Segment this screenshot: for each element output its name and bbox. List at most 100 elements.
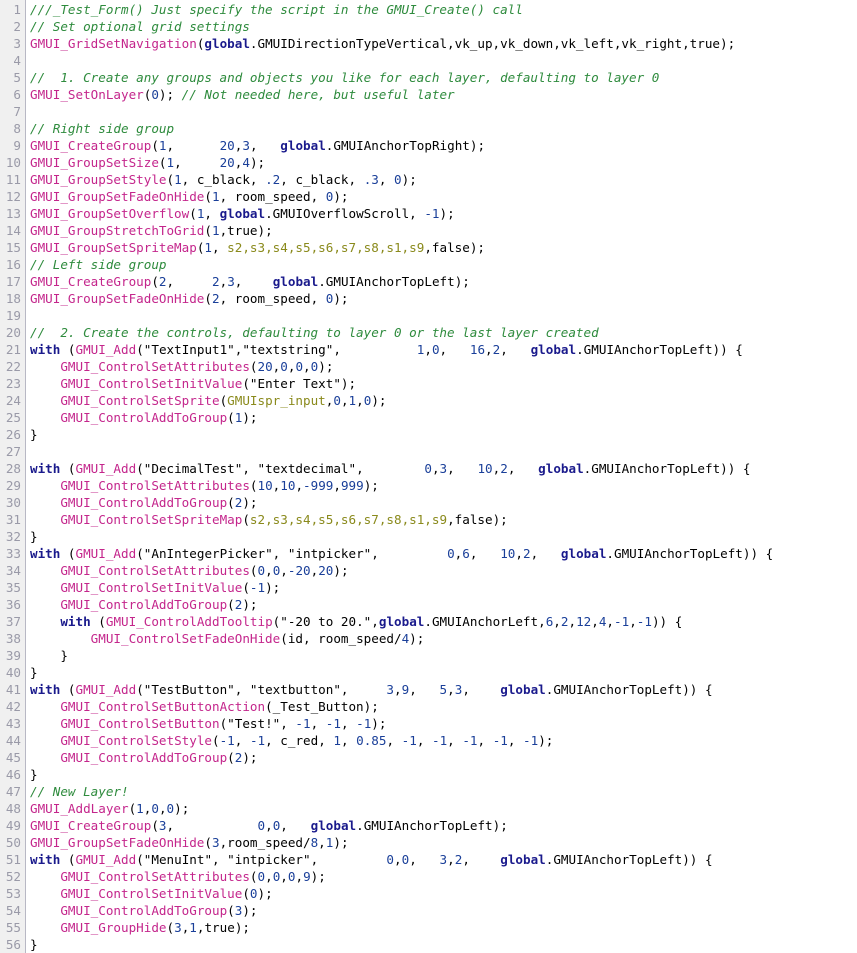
token-txt: room_speed/	[227, 835, 311, 850]
token-punc: ,	[295, 869, 304, 884]
code-line[interactable]: GMUI_SetOnLayer(0); // Not needed here, …	[30, 86, 857, 103]
code-line[interactable]: GMUI_ControlSetAttributes(0,0,-20,20);	[30, 562, 857, 579]
code-line[interactable]: GMUI_ControlAddToGroup(2);	[30, 749, 857, 766]
code-line[interactable]: GMUI_AddLayer(1,0,0);	[30, 800, 857, 817]
code-editor[interactable]: 1 2 3 4 5 6 7 8 9 10 11 12 13 14 15 16 17 18 19 20 21 22 23 24 2…	[0, 0, 857, 953]
token-fn: GMUI_ControlSetAttributes	[60, 359, 250, 374]
token-kw: with	[30, 461, 61, 476]
token-punc	[30, 903, 60, 918]
token-num: 0	[394, 172, 402, 187]
code-line[interactable]: GMUI_ControlSetFadeOnHide(id, room_speed…	[30, 630, 857, 647]
code-line[interactable]: with (GMUI_Add("TestButton", "textbutton…	[30, 681, 857, 698]
line-number: 41	[5, 682, 21, 697]
code-line[interactable]: GMUI_GroupSetFadeOnHide(3,room_speed/8,1…	[30, 834, 857, 851]
token-punc: ,	[318, 733, 334, 748]
code-line[interactable]: GMUI_ControlSetInitValue(-1);	[30, 579, 857, 596]
token-punc: ,	[340, 733, 357, 748]
code-line[interactable]: // 1. Create any groups and objects you …	[30, 69, 857, 86]
code-line[interactable]: GMUI_ControlAddToGroup(1);	[30, 409, 857, 426]
token-num: 2	[212, 274, 220, 289]
line-number: 45	[5, 750, 21, 765]
code-line[interactable]: GMUI_ControlAddToGroup(2);	[30, 494, 857, 511]
token-punc	[30, 597, 60, 612]
code-line[interactable]: GMUI_GroupSetFadeOnHide(1, room_speed, 0…	[30, 188, 857, 205]
token-punc: ,	[500, 342, 531, 357]
code-line[interactable]: GMUI_ControlAddToGroup(3);	[30, 902, 857, 919]
line-number: 26	[5, 427, 21, 442]
code-line[interactable]: // Left side group	[30, 256, 857, 273]
code-line[interactable]: with (GMUI_Add("TextInput1","textstring"…	[30, 341, 857, 358]
token-fn: GMUI_GroupSetOverflow	[30, 206, 190, 221]
token-str: "TextInput1","textstring"	[143, 342, 334, 357]
line-number: 6	[13, 87, 21, 102]
code-line[interactable]: GMUI_ControlSetInitValue(0);	[30, 885, 857, 902]
token-fn: GMUI_Add	[75, 342, 137, 357]
line-number: 16	[5, 257, 21, 272]
token-punc: ,	[181, 172, 197, 187]
token-num: 12	[576, 614, 592, 629]
code-line[interactable]: GMUI_CreateGroup(2, 2,3, global.GMUIAnch…	[30, 273, 857, 290]
code-line[interactable]: GMUI_ControlSetSprite(GMUIspr_input,0,1,…	[30, 392, 857, 409]
token-punc: ,	[591, 614, 599, 629]
code-line[interactable]: }	[30, 528, 857, 545]
code-line[interactable]: GMUI_CreateGroup(3, 0,0, global.GMUIAnch…	[30, 817, 857, 834]
code-line[interactable]: }	[30, 936, 857, 953]
code-line[interactable]: GMUI_ControlSetInitValue("Enter Text");	[30, 375, 857, 392]
code-line[interactable]: ///_Test_Form() Just specify the script …	[30, 1, 857, 18]
code-line[interactable]: // Right side group	[30, 120, 857, 137]
code-line[interactable]: GMUI_GroupStretchToGrid(1,true);	[30, 222, 857, 239]
token-num: 9	[303, 869, 311, 884]
code-line[interactable]: // Set optional grid settings	[30, 18, 857, 35]
code-line[interactable]: GMUI_GroupSetFadeOnHide(2, room_speed, 0…	[30, 290, 857, 307]
code-line[interactable]: with (GMUI_Add("AnIntegerPicker", "intpi…	[30, 545, 857, 562]
code-line[interactable]: with (GMUI_Add("MenuInt", "intpicker", 0…	[30, 851, 857, 868]
code-line[interactable]: }	[30, 647, 857, 664]
token-fn: GMUI_Add	[75, 682, 137, 697]
code-line[interactable]: GMUI_ControlSetAttributes(10,10,-999,999…	[30, 477, 857, 494]
code-line[interactable]	[30, 103, 857, 120]
code-line[interactable]: GMUI_ControlSetSpriteMap(s2,s3,s4,s5,s6,…	[30, 511, 857, 528]
code-line[interactable]	[30, 52, 857, 69]
code-line[interactable]: GMUI_GridSetNavigation(global.GMUIDirect…	[30, 35, 857, 52]
line-number: 4	[13, 53, 21, 68]
code-text-area[interactable]: ///_Test_Form() Just specify the script …	[26, 0, 857, 953]
code-line[interactable]: GMUI_ControlSetButton("Test!", -1, -1, -…	[30, 715, 857, 732]
code-line[interactable]: GMUI_ControlSetButtonAction(_Test_Button…	[30, 698, 857, 715]
line-number: 43	[5, 716, 21, 731]
code-line[interactable]: GMUI_GroupSetOverflow(1, global.GMUIOver…	[30, 205, 857, 222]
token-punc: ,	[485, 342, 493, 357]
token-punc: (	[227, 597, 235, 612]
code-line[interactable]	[30, 443, 857, 460]
token-fn: GMUI_ControlAddToGroup	[60, 597, 228, 612]
code-line[interactable]: with (GMUI_ControlAddTooltip("-20 to 20.…	[30, 613, 857, 630]
token-fn: GMUI_GroupSetFadeOnHide	[30, 291, 205, 306]
code-line[interactable]: GMUI_ControlAddToGroup(2);	[30, 596, 857, 613]
code-line[interactable]: GMUI_CreateGroup(1, 20,3, global.GMUIAnc…	[30, 137, 857, 154]
token-txt: false	[454, 512, 493, 527]
code-line[interactable]: // New Layer!	[30, 783, 857, 800]
code-line[interactable]: GMUI_ControlSetStyle(-1, -1, c_red, 1, 0…	[30, 732, 857, 749]
token-glb: global	[280, 138, 326, 153]
code-line[interactable]: // 2. Create the controls, defaulting to…	[30, 324, 857, 341]
code-line[interactable]	[30, 307, 857, 324]
token-punc: (	[60, 461, 76, 476]
code-line[interactable]: GMUI_GroupSetSpriteMap(1, s2,s3,s4,s5,s6…	[30, 239, 857, 256]
token-punc: );	[538, 733, 554, 748]
token-punc: );	[371, 716, 387, 731]
code-line[interactable]: }	[30, 664, 857, 681]
code-line[interactable]: GMUI_GroupHide(3,1,true);	[30, 919, 857, 936]
code-line[interactable]: GMUI_GroupSetSize(1, 20,4);	[30, 154, 857, 171]
code-line[interactable]: GMUI_GroupSetStyle(1, c_black, .2, c_bla…	[30, 171, 857, 188]
code-line[interactable]: }	[30, 426, 857, 443]
token-txt: .GMUIAnchorTopRight);	[325, 138, 486, 153]
token-punc: ,	[280, 716, 296, 731]
code-line[interactable]: with (GMUI_Add("DecimalTest", "textdecim…	[30, 460, 857, 477]
code-line[interactable]: }	[30, 766, 857, 783]
code-line[interactable]: GMUI_ControlSetAttributes(20,0,0,0);	[30, 358, 857, 375]
token-fn: GMUI_ControlSetStyle	[60, 733, 212, 748]
token-txt: false	[431, 240, 470, 255]
token-fn: GMUI_GroupSetStyle	[30, 172, 167, 187]
token-glb: global	[378, 614, 425, 629]
token-num: 1	[348, 393, 357, 408]
code-line[interactable]: GMUI_ControlSetAttributes(0,0,0,9);	[30, 868, 857, 885]
